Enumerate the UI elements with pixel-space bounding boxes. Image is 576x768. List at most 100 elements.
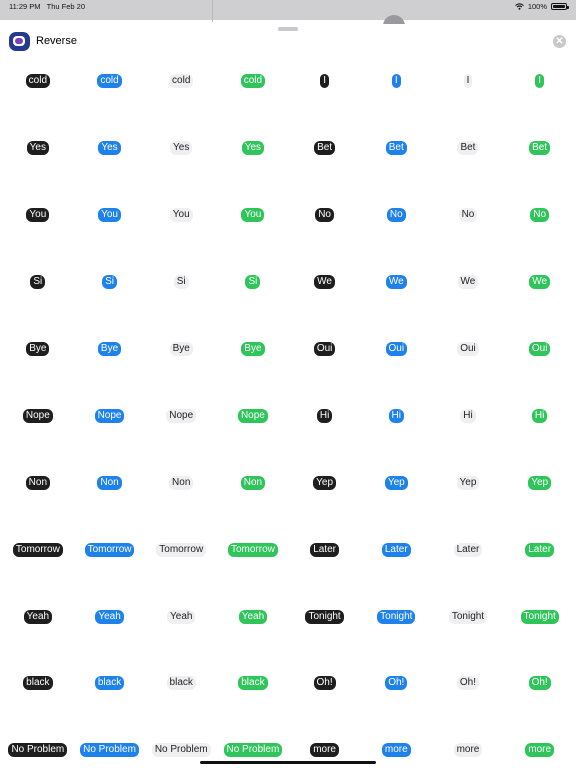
sticker-dark[interactable]: Nope: [22, 408, 53, 423]
sticker-green[interactable]: No Problem: [223, 743, 283, 758]
sticker-cell[interactable]: No: [360, 182, 432, 249]
sticker-dark[interactable]: Bye: [26, 342, 50, 356]
sticker-light[interactable]: Yes: [170, 141, 193, 156]
sticker-light[interactable]: We: [457, 275, 479, 290]
sticker-blue[interactable]: Si: [102, 275, 117, 290]
sticker-light[interactable]: black: [166, 676, 196, 691]
sticker-cell[interactable]: more: [504, 717, 576, 768]
sticker-green[interactable]: Bet: [529, 141, 551, 156]
sticker-light[interactable]: cold: [169, 74, 194, 89]
sticker-blue[interactable]: Oh!: [385, 676, 408, 691]
sticker-blue[interactable]: No: [386, 208, 406, 223]
sticker-cell[interactable]: I: [432, 48, 504, 115]
sticker-dark[interactable]: Oui: [313, 342, 336, 356]
sticker-blue[interactable]: Oui: [385, 342, 408, 356]
sticker-cell[interactable]: black: [217, 650, 289, 717]
sticker-cell[interactable]: Yes: [217, 115, 289, 182]
sticker-cell[interactable]: Oh!: [360, 650, 432, 717]
sticker-dark[interactable]: We: [314, 275, 335, 290]
sticker-light[interactable]: Oh!: [456, 676, 480, 691]
sticker-cell[interactable]: Yep: [360, 449, 432, 516]
sticker-green[interactable]: Non: [240, 475, 266, 490]
sticker-dark[interactable]: Yep: [313, 475, 337, 490]
sticker-blue[interactable]: We: [385, 275, 407, 290]
sticker-blue[interactable]: Yes: [98, 141, 121, 156]
sticker-cell[interactable]: Nope: [2, 382, 74, 449]
sticker-cell[interactable]: Non: [145, 449, 217, 516]
sticker-green[interactable]: I: [535, 74, 545, 89]
sticker-blue[interactable]: Nope: [94, 408, 125, 423]
sticker-dark[interactable]: You: [26, 208, 50, 223]
sticker-cell[interactable]: Si: [217, 249, 289, 316]
sticker-cell[interactable]: Bet: [360, 115, 432, 182]
sticker-light[interactable]: You: [169, 208, 193, 223]
sticker-dark[interactable]: more: [310, 743, 339, 758]
sticker-green[interactable]: cold: [240, 74, 266, 89]
sticker-cell[interactable]: Oui: [360, 316, 432, 383]
sticker-dark[interactable]: black: [23, 676, 53, 691]
sticker-blue[interactable]: Bye: [97, 342, 122, 356]
sticker-cell[interactable]: Nope: [74, 382, 146, 449]
sticker-green[interactable]: Bye: [241, 342, 265, 356]
sticker-cell[interactable]: Tonight: [432, 583, 504, 650]
sticker-light[interactable]: Non: [169, 475, 194, 490]
sticker-green[interactable]: Tomorrow: [227, 542, 278, 557]
sticker-green[interactable]: Si: [245, 275, 261, 290]
sticker-blue[interactable]: Yeah: [95, 609, 124, 624]
sticker-blue[interactable]: Tomorrow: [84, 542, 135, 557]
sticker-green[interactable]: more: [525, 743, 555, 758]
sticker-cell[interactable]: Hi: [504, 382, 576, 449]
sticker-cell[interactable]: Non: [2, 449, 74, 516]
sticker-dark[interactable]: Non: [25, 475, 51, 490]
sticker-light[interactable]: Yeah: [167, 609, 196, 624]
sticker-cell[interactable]: No: [504, 182, 576, 249]
sticker-cell[interactable]: Si: [145, 249, 217, 316]
sticker-cell[interactable]: Bye: [217, 316, 289, 383]
sticker-dark[interactable]: cold: [25, 74, 51, 89]
sticker-cell[interactable]: Tomorrow: [74, 516, 146, 583]
sticker-cell[interactable]: cold: [145, 48, 217, 115]
sticker-cell[interactable]: Tomorrow: [2, 516, 74, 583]
sticker-dark[interactable]: Later: [310, 542, 339, 557]
sticker-cell[interactable]: I: [289, 48, 361, 115]
sticker-green[interactable]: Later: [525, 542, 555, 557]
sticker-cell[interactable]: Si: [2, 249, 74, 316]
sticker-dark[interactable]: Yes: [26, 141, 49, 156]
sticker-cell[interactable]: Tonight: [360, 583, 432, 650]
sticker-dark[interactable]: I: [320, 74, 329, 89]
sticker-cell[interactable]: cold: [2, 48, 74, 115]
sticker-cell[interactable]: You: [74, 182, 146, 249]
sticker-light[interactable]: Hi: [460, 408, 476, 423]
sticker-cell[interactable]: We: [289, 249, 361, 316]
sticker-light[interactable]: Nope: [166, 408, 197, 423]
sticker-light[interactable]: Tomorrow: [156, 542, 207, 557]
sticker-cell[interactable]: Si: [74, 249, 146, 316]
sticker-green[interactable]: Nope: [237, 408, 268, 423]
sticker-cell[interactable]: Bye: [145, 316, 217, 383]
sticker-blue[interactable]: No Problem: [80, 743, 139, 758]
sticker-cell[interactable]: Yes: [74, 115, 146, 182]
sticker-dark[interactable]: Bet: [314, 141, 336, 156]
sticker-cell[interactable]: Yes: [2, 115, 74, 182]
sticker-cell[interactable]: Non: [74, 449, 146, 516]
sticker-cell[interactable]: Tomorrow: [217, 516, 289, 583]
sticker-cell[interactable]: Tonight: [289, 583, 361, 650]
sticker-cell[interactable]: You: [145, 182, 217, 249]
sticker-cell[interactable]: No: [432, 182, 504, 249]
sticker-cell[interactable]: Yeah: [74, 583, 146, 650]
sticker-cell[interactable]: Hi: [360, 382, 432, 449]
sticker-cell[interactable]: Yes: [145, 115, 217, 182]
sticker-cell[interactable]: Tomorrow: [145, 516, 217, 583]
sticker-light[interactable]: Tonight: [448, 609, 488, 624]
sticker-dark[interactable]: No: [315, 208, 334, 223]
sticker-blue[interactable]: Tonight: [377, 609, 416, 624]
sticker-green[interactable]: Oui: [528, 342, 551, 356]
sticker-cell[interactable]: Oui: [289, 316, 361, 383]
sticker-dark[interactable]: Tomorrow: [12, 542, 63, 557]
sticker-cell[interactable]: Later: [432, 516, 504, 583]
sticker-cell[interactable]: No Problem: [2, 717, 74, 768]
sticker-cell[interactable]: Hi: [289, 382, 361, 449]
sticker-green[interactable]: Yep: [528, 475, 552, 490]
sticker-green[interactable]: Tonight: [520, 609, 559, 624]
sticker-cell[interactable]: Yep: [289, 449, 361, 516]
